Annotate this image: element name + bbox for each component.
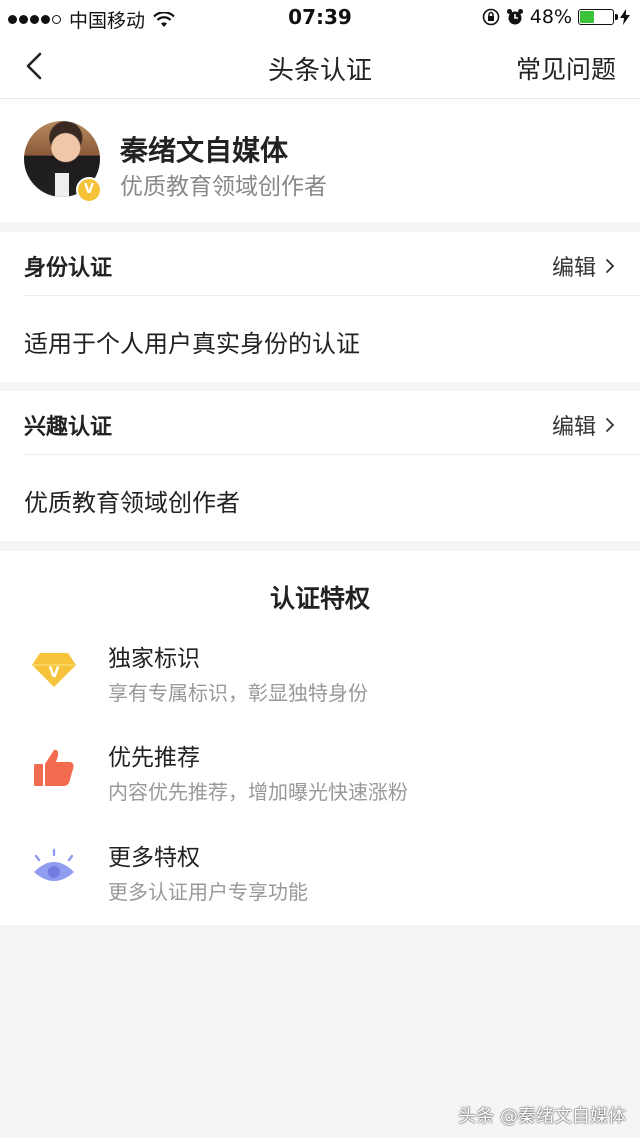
thumbs-up-icon <box>34 749 74 786</box>
watermark: 头条 @秦绪文自媒体 <box>458 1106 626 1127</box>
back-button[interactable] <box>18 48 54 84</box>
verified-badge-icon: V <box>76 177 102 203</box>
privilege-name: 更多特权 <box>108 845 200 871</box>
status-bar: 中国移动 07:39 48% <box>0 0 640 34</box>
battery-percent: 48% <box>529 6 572 28</box>
interest-edit-button[interactable]: 编辑 <box>552 409 616 441</box>
privilege-name: 独家标识 <box>108 646 200 672</box>
profile-name: 秦绪文自媒体 <box>120 134 289 167</box>
identity-description: 适用于个人用户真实身份的认证 <box>24 330 360 358</box>
identity-edit-button[interactable]: 编辑 <box>552 250 616 282</box>
profile-header: V 秦绪文自媒体 优质教育领域创作者 <box>0 99 640 222</box>
charging-icon <box>620 9 630 25</box>
privilege-desc: 更多认证用户专享功能 <box>108 880 308 904</box>
interest-description: 优质教育领域创作者 <box>24 489 240 517</box>
divider <box>24 295 640 296</box>
battery-icon <box>578 9 618 25</box>
status-right: 48% <box>482 6 630 28</box>
interest-card: 兴趣认证 编辑 优质教育领域创作者 <box>0 391 640 541</box>
privilege-item: V 独家标识 享有专属标识，彰显独特身份 <box>0 639 640 729</box>
faq-link[interactable]: 常见问题 <box>516 50 616 86</box>
privilege-desc: 享有专属标识，彰显独特身份 <box>108 681 368 705</box>
svg-text:V: V <box>49 665 60 681</box>
chevron-right-icon <box>606 418 615 432</box>
rotation-lock-icon <box>482 8 500 26</box>
divider <box>24 454 640 455</box>
privileges-section: 认证特权 V 独家标识 享有专属标识，彰显独特身份 优先推荐 内容优先推荐，增加… <box>0 551 640 925</box>
identity-card: 身份认证 编辑 适用于个人用户真实身份的认证 <box>0 232 640 382</box>
chevron-right-icon <box>606 259 615 273</box>
identity-heading: 身份认证 <box>24 256 113 281</box>
interest-heading: 兴趣认证 <box>24 415 113 440</box>
privilege-desc: 内容优先推荐，增加曝光快速涨粉 <box>108 780 408 804</box>
edit-label: 编辑 <box>551 415 596 440</box>
edit-label: 编辑 <box>551 256 596 281</box>
eye-icon <box>34 848 74 881</box>
battery-fill <box>580 11 595 23</box>
profile-subtitle: 优质教育领域创作者 <box>120 174 327 200</box>
diamond-icon: V <box>32 653 76 687</box>
privileges-title: 认证特权 <box>269 584 370 613</box>
privilege-item: 更多特权 更多认证用户专享功能 <box>0 838 640 928</box>
alarm-icon <box>506 9 523 25</box>
privilege-item: 优先推荐 内容优先推荐，增加曝光快速涨粉 <box>0 738 640 828</box>
privilege-name: 优先推荐 <box>108 745 200 771</box>
chevron-left-icon <box>26 52 42 80</box>
nav-bar: 头条认证 常见问题 <box>0 34 640 99</box>
